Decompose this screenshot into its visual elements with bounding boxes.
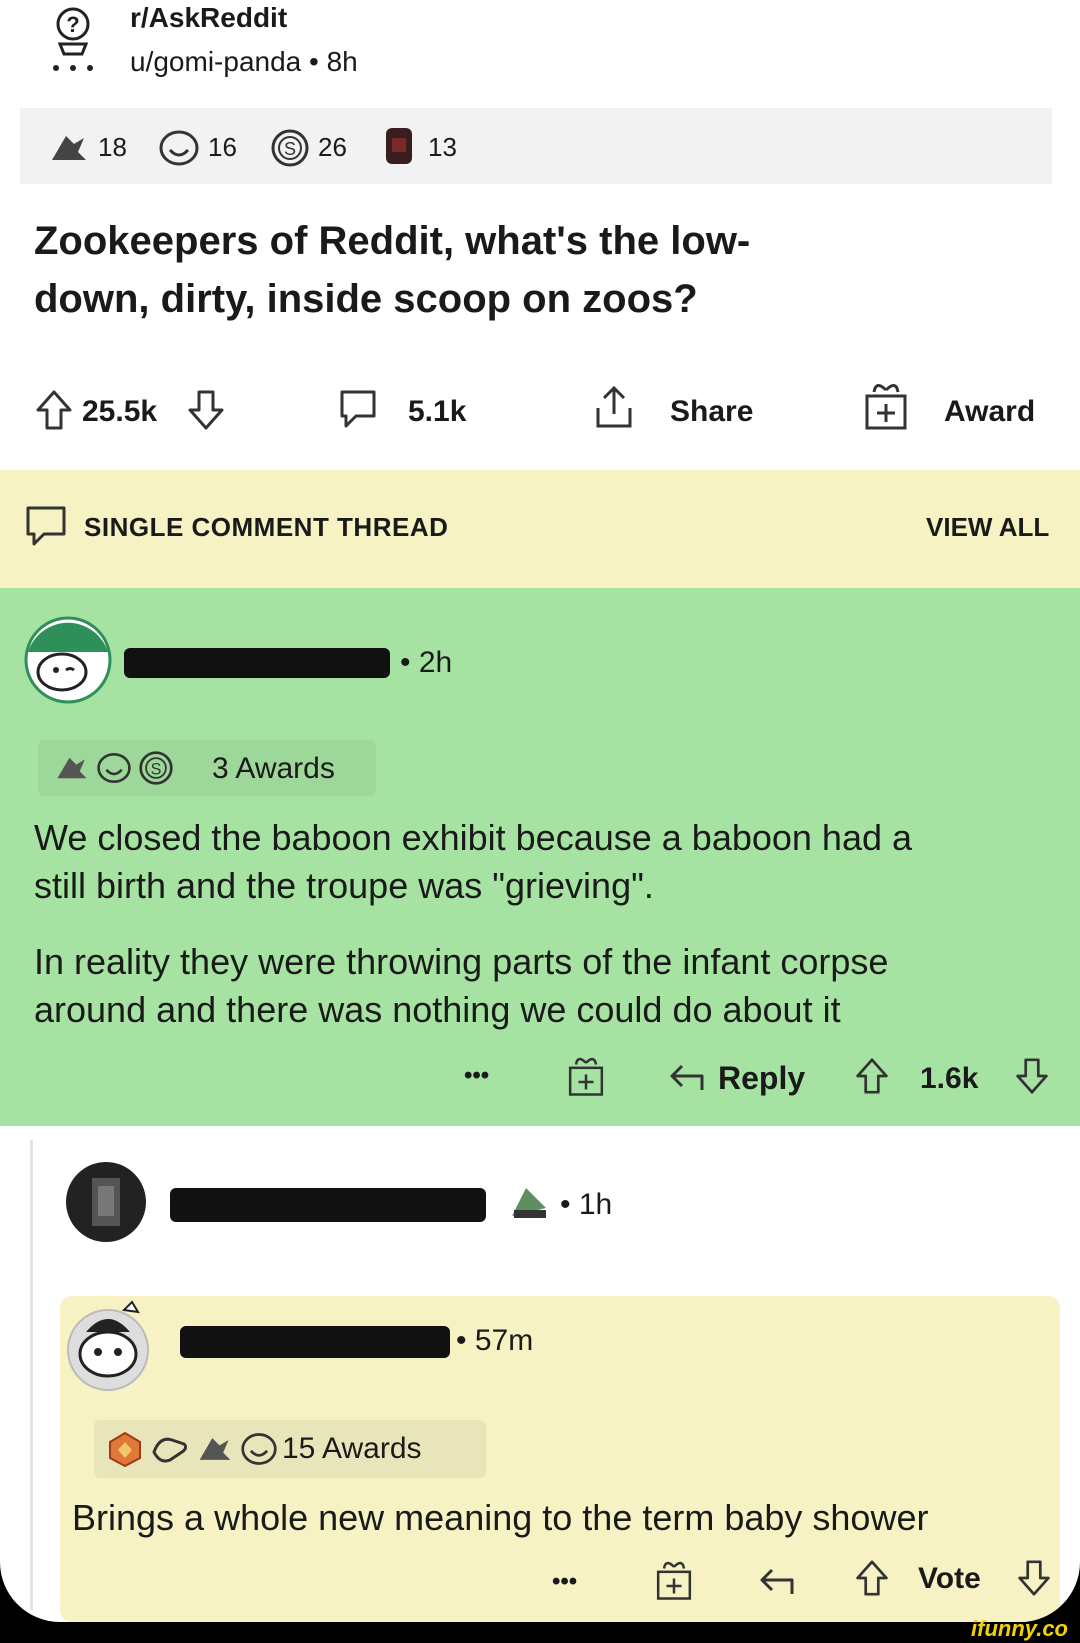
award-gift-icon[interactable] <box>862 382 910 432</box>
svg-text:?: ? <box>66 12 79 37</box>
comment-body: We closed the baboon exhibit because a b… <box>34 814 1054 1034</box>
downvote-arrow-icon[interactable] <box>1016 1558 1052 1598</box>
award-count: 18 <box>98 132 127 162</box>
post-card: ? r/AskReddit u/gomi-panda • 8h 18 16 S … <box>0 0 1080 1622</box>
comment-line: around and there was nothing we could do… <box>34 989 841 1030</box>
svg-text:S: S <box>151 760 162 778</box>
more-options-button[interactable]: ••• <box>464 1062 489 1090</box>
awards-count-label: 15 Awards <box>282 1432 422 1465</box>
more-options-button[interactable]: ••• <box>552 1568 577 1596</box>
award-gift-icon[interactable] <box>654 1560 694 1602</box>
comment-age: • 1h <box>560 1188 613 1221</box>
awards-count-label: 3 Awards <box>212 752 335 785</box>
dark-award-icon <box>382 124 416 168</box>
flair-icon <box>506 1180 552 1222</box>
award-button[interactable]: Award <box>944 395 1035 429</box>
view-all-link[interactable]: VIEW ALL <box>926 512 1049 543</box>
comment-age: • 2h <box>400 646 453 679</box>
award-count: 16 <box>208 132 237 162</box>
avatar[interactable] <box>22 614 114 706</box>
award-count: 13 <box>428 132 457 162</box>
upvote-arrow-icon[interactable] <box>854 1558 890 1598</box>
post-author[interactable]: u/gomi-panda <box>130 46 301 77</box>
avatar[interactable] <box>64 1296 152 1392</box>
thread-label: SINGLE COMMENT THREAD <box>84 512 449 542</box>
share-icon[interactable] <box>592 384 636 430</box>
silver-coin-award-icon: S <box>270 128 310 168</box>
wholesome-face-award-icon <box>96 750 132 786</box>
wholesome-face-award-icon <box>240 1430 278 1468</box>
vote-label: Vote <box>918 1562 981 1595</box>
redacted-username <box>180 1326 450 1358</box>
silver-coin-award-icon: S <box>138 750 174 786</box>
comment-line: In reality they were throwing parts of t… <box>34 941 889 982</box>
thread-line <box>30 1140 33 1610</box>
post-score: 25.5k <box>82 395 158 428</box>
post-age: 8h <box>326 46 358 77</box>
meta-separator: • <box>309 46 327 77</box>
share-button[interactable]: Share <box>670 395 753 429</box>
redacted-username <box>124 648 390 678</box>
downvote-arrow-icon[interactable] <box>1014 1056 1050 1096</box>
post-title-line: Zookeepers of Reddit, what's the low- <box>34 219 751 263</box>
rocket-like-award-icon <box>196 1432 234 1466</box>
comment-line: still birth and the troupe was "grieving… <box>34 865 654 906</box>
rocket-like-award-icon <box>48 130 90 166</box>
reply-arrow-icon[interactable] <box>666 1060 706 1096</box>
upvote-arrow-icon[interactable] <box>854 1056 890 1096</box>
comment-count[interactable]: 5.1k <box>408 395 466 429</box>
rocket-like-award-icon <box>54 752 90 784</box>
subreddit-name[interactable]: r/AskReddit <box>130 2 287 34</box>
comment-bubble-icon <box>22 502 70 550</box>
ifunny-watermark: ifunny.co <box>971 1616 1068 1641</box>
comment-score: 1.6k <box>920 1062 979 1095</box>
award-gift-icon[interactable] <box>566 1056 606 1098</box>
post-title-line: down, dirty, inside scoop on zoos? <box>34 277 698 321</box>
post-meta: u/gomi-panda • 8h <box>130 46 358 78</box>
reply-button[interactable]: Reply <box>718 1060 805 1097</box>
svg-text:S: S <box>284 139 296 159</box>
award-count: 26 <box>318 132 347 162</box>
askreddit-avatar-icon[interactable]: ? <box>38 6 108 76</box>
comment-body: Brings a whole new meaning to the term b… <box>72 1497 929 1538</box>
gold-medal-award-icon <box>106 1430 144 1468</box>
watermark-bar: ifunny.co <box>0 1616 1080 1643</box>
hand-award-icon <box>150 1430 190 1468</box>
redacted-username <box>170 1188 486 1222</box>
comment-age: • 57m <box>456 1324 534 1357</box>
avatar[interactable] <box>64 1160 148 1244</box>
comment-bubble-icon[interactable] <box>336 386 380 430</box>
wholesome-face-award-icon <box>158 128 200 168</box>
upvote-arrow-icon[interactable] <box>34 388 74 432</box>
post-title[interactable]: Zookeepers of Reddit, what's the low- do… <box>34 212 1044 328</box>
reply-arrow-icon[interactable] <box>756 1564 796 1600</box>
comment-line: We closed the baboon exhibit because a b… <box>34 817 913 858</box>
downvote-arrow-icon[interactable] <box>186 388 226 432</box>
